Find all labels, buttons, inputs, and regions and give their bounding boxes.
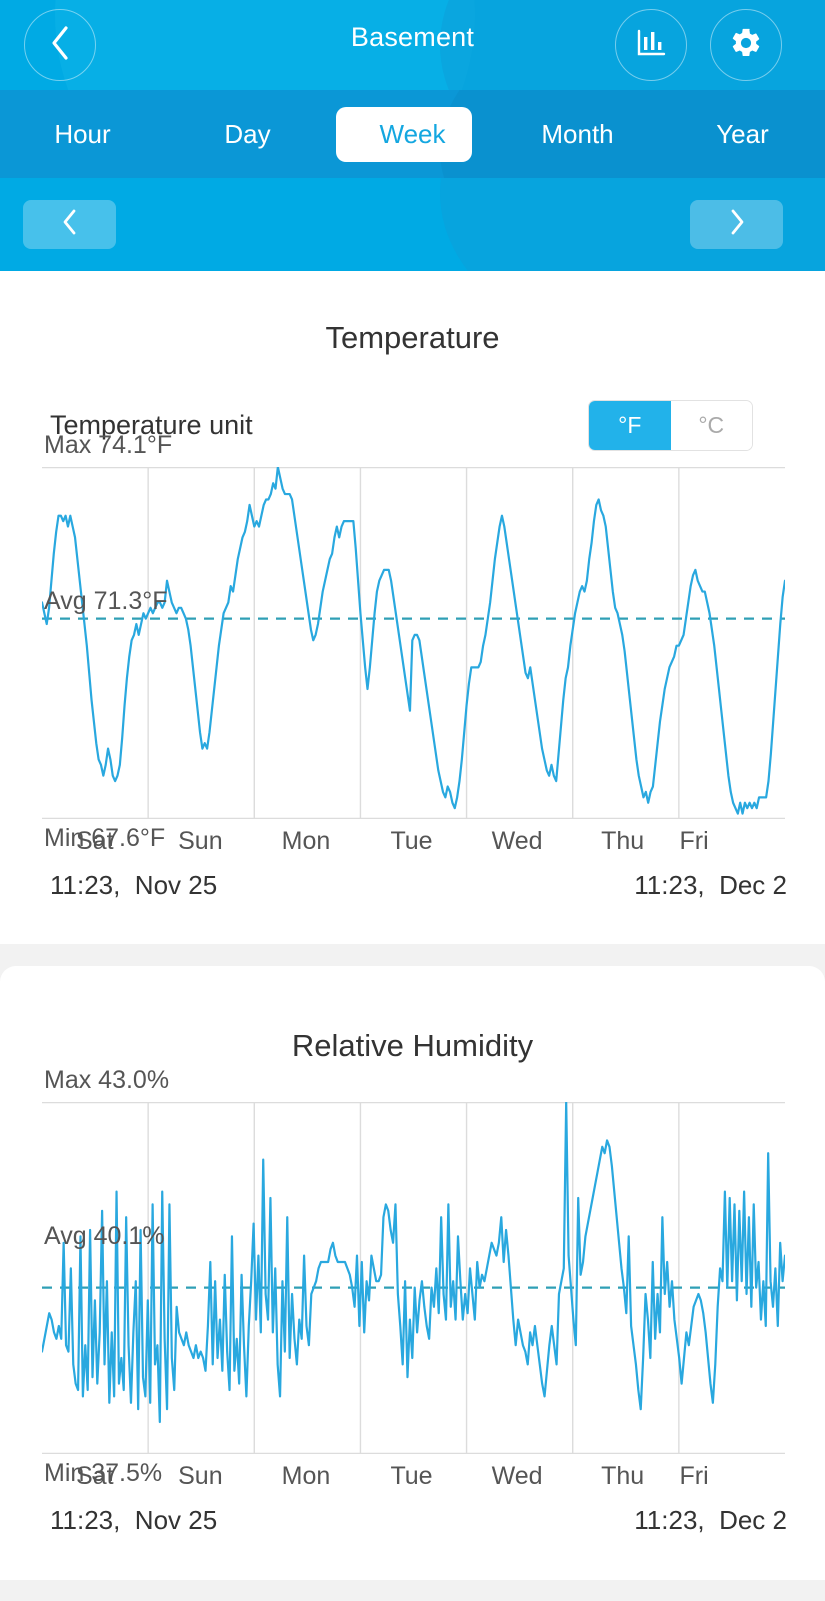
axis-day-label: Fri [679,827,709,855]
bar-chart-icon [635,27,667,64]
axis-day-label: Tue [390,1462,433,1490]
tab-month[interactable]: Month [495,106,660,163]
temperature-range-row: 11:23, Nov 25 11:23, Dec 2 [50,856,787,901]
humidity-card: Relative Humidity Max 43.0% Avg 40.1% Mi… [0,966,825,1580]
gear-icon [729,26,763,65]
humidity-range-row: 11:23, Nov 25 11:23, Dec 2 [50,1491,787,1536]
humidity-max-label: Max 43.0% [44,1066,170,1094]
humidity-chart-svg [42,1102,785,1454]
settings-button[interactable] [710,9,782,81]
axis-day-label: Sat [76,1462,114,1490]
axis-day-label: Sat [76,827,114,855]
chevron-left-icon [49,25,71,66]
temperature-range-start: 11:23, Nov 25 [50,870,218,900]
unit-option-fahrenheit[interactable]: °F [589,401,671,450]
previous-period-button[interactable] [23,200,116,249]
tab-week[interactable]: Week [330,106,495,163]
humidity-range-end: 11:23, Dec 2 [634,1505,787,1535]
axis-day-label: Wed [491,827,543,855]
temperature-range-end: 11:23, Dec 2 [634,870,787,900]
temperature-unit-row: Temperature unit °F °C [0,400,825,451]
tab-year[interactable]: Year [660,106,825,163]
axis-day-label: Thu [601,827,645,855]
chevron-right-icon [729,209,745,240]
humidity-range-start: 11:23, Nov 25 [50,1505,218,1535]
back-button[interactable] [24,9,96,81]
chevron-left-icon [62,209,78,240]
chart-view-button[interactable] [615,9,687,81]
temperature-chart: Max 74.1°F Avg 71.3°F Min 67.6°F [42,431,785,852]
humidity-title: Relative Humidity [291,1028,534,1063]
tab-hour[interactable]: Hour [0,106,165,163]
axis-day-label: Tue [390,827,433,855]
axis-day-label: Sun [178,1462,223,1490]
axis-day-label: Fri [679,1462,709,1490]
axis-day-label: Wed [491,1462,543,1490]
tab-day[interactable]: Day [165,106,330,163]
axis-day-label: Thu [601,1462,645,1490]
humidity-chart: Max 43.0% Avg 40.1% Min 37.5% [42,1066,785,1487]
unit-option-celsius[interactable]: °C [670,401,752,450]
period-nav-row [0,178,825,271]
temperature-title: Temperature [325,320,500,355]
period-tabbar: Hour Day Week Month Year [0,90,825,178]
humidity-axis-days: Sat Sun Mon Tue Wed Thu Fri [42,1454,785,1491]
app-root: Basement Hour Day Week Month Year Temper… [0,0,825,1601]
axis-day-label: Mon [281,827,331,855]
temperature-card: Temperature Temperature unit °F °C Max 7… [0,271,825,944]
next-period-button[interactable] [690,200,783,249]
app-header: Basement [0,0,825,90]
page-title: Basement [350,22,475,52]
axis-day-label: Mon [281,1462,331,1490]
temperature-unit-label: Temperature unit [50,410,253,440]
temperature-chart-svg [42,467,785,819]
axis-day-label: Sun [178,827,223,855]
temperature-axis-days: Sat Sun Mon Tue Wed Thu Fri [42,819,785,856]
temperature-unit-toggle[interactable]: °F °C [588,400,753,451]
